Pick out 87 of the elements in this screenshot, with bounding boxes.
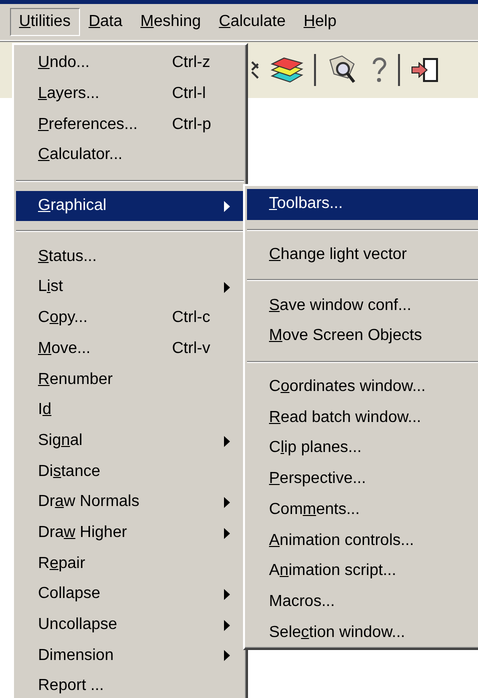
menu-item-label: Undo... [38, 54, 90, 72]
menu-bar-item[interactable]: Calculate [210, 8, 295, 36]
menu-item-label: Read batch window... [269, 408, 422, 427]
menu-item-label: Distance [38, 462, 100, 481]
menu-item[interactable]: Renumber [16, 364, 244, 395]
menu-item[interactable]: Move... Ctrl-v [16, 334, 244, 364]
menu-item[interactable]: Copy... Ctrl-c [16, 302, 244, 334]
menu-item-label: Coordinates window... [269, 378, 426, 396]
menu-item[interactable]: Draw Higher [16, 518, 244, 548]
menu-item[interactable]: Animation controls... [247, 525, 478, 556]
menu-item-label: Uncollapse [38, 616, 118, 634]
menu-item-label: Macros... [269, 592, 335, 611]
menu-item[interactable]: Toolbars... [247, 189, 478, 220]
menu-item[interactable]: Macros... [247, 586, 478, 618]
menu-item-label: Animation script... [269, 562, 396, 580]
submenu-arrow-icon [224, 589, 230, 600]
menu-item[interactable]: Graphical [16, 190, 244, 222]
menu-item[interactable]: Clip planes... [247, 433, 478, 464]
menu-item[interactable]: Signal [16, 426, 244, 456]
menu-bar-item[interactable]: Meshing [131, 8, 210, 36]
menu-item-label: Draw Higher [38, 524, 127, 542]
menu-bar-item[interactable]: Data [80, 8, 132, 36]
layers-icon[interactable] [270, 55, 304, 85]
menu-item-label: Selection window... [269, 624, 406, 642]
menu-item-label: Perspective... [269, 470, 366, 488]
menu-item[interactable]: Draw Normals [16, 486, 244, 518]
menu-item-label: Toolbars... [269, 195, 343, 214]
menu-item[interactable]: Id [16, 394, 244, 426]
menu-item-label: Save window conf... [269, 296, 412, 315]
menu-item[interactable]: Move Screen Objects [247, 321, 478, 352]
menu-item-label: Draw Normals [38, 493, 140, 512]
menu-item-label: Preferences... [38, 116, 138, 134]
menu-item[interactable]: Repair [16, 548, 244, 579]
submenu-arrow-icon [224, 620, 230, 631]
menu-item[interactable]: Selection window... [247, 617, 478, 648]
menu-item-label: Animation controls... [269, 532, 414, 550]
menu-item-label: Signal [38, 432, 82, 450]
shortcut-label: Ctrl-z [172, 54, 210, 72]
submenu-arrow-icon [224, 528, 230, 539]
menu-item[interactable]: Calculator... [16, 140, 244, 171]
menu-item[interactable]: Undo... Ctrl-z [16, 48, 244, 79]
submenu-arrow-icon [224, 650, 230, 662]
submenu-arrow-icon [224, 496, 230, 508]
menu-item[interactable]: Dimension [16, 640, 244, 672]
menu-item-label: Dimension [38, 646, 114, 665]
menu-item-label: Renumber [38, 370, 113, 389]
menu-item[interactable]: Coordinates window... [247, 372, 478, 402]
menu-item-label: Repair [38, 554, 86, 573]
menu-item-label: Copy... [38, 309, 88, 328]
menu-bar-item[interactable]: Help [294, 8, 346, 36]
menu-bar-item[interactable]: Utilities [10, 8, 80, 36]
help-icon[interactable] [370, 55, 388, 85]
menu-item[interactable]: Preferences... Ctrl-p [16, 109, 244, 140]
menu-item[interactable]: Save window conf... [247, 290, 478, 322]
menu-item[interactable]: Uncollapse [16, 610, 244, 640]
shortcut-label: Ctrl-p [172, 116, 212, 134]
menu-item-label: Report ... [38, 677, 104, 696]
shortcut-label: Ctrl-c [172, 309, 210, 328]
menu-item[interactable]: Distance [16, 456, 244, 487]
menu-item-label: Collapse [38, 585, 100, 604]
menu-item[interactable]: Change light vector [247, 240, 478, 270]
menu-item[interactable]: List [16, 272, 244, 303]
menu-item[interactable]: Read batch window... [247, 402, 478, 434]
menu-item-label: Layers... [38, 85, 100, 104]
menu-item-label: Id [38, 401, 52, 420]
menu-item-label: Graphical [38, 197, 106, 216]
menu-item-label: Status... [38, 248, 97, 266]
shortcut-label: Ctrl-v [172, 340, 210, 358]
menu-item-label: Calculator... [38, 146, 122, 164]
menu-item[interactable]: Status... [16, 241, 244, 272]
submenu-arrow-icon [224, 282, 230, 294]
submenu-arrow-icon [224, 200, 230, 212]
submenu-arrow-icon [224, 436, 230, 447]
menu-item-label: Move... [38, 340, 90, 358]
menu-item[interactable]: Comments... [247, 494, 478, 526]
menu-item-label: Clip planes... [269, 439, 362, 458]
menu-item[interactable]: Animation script... [247, 556, 478, 587]
menu-item-label: List [38, 278, 63, 296]
menu-item-label: Change light vector [269, 246, 407, 264]
menu-item-label: Comments... [269, 500, 360, 519]
menu-item-label: Move Screen Objects [269, 327, 422, 346]
menu-item[interactable]: Perspective... [247, 464, 478, 494]
shortcut-label: Ctrl-l [172, 85, 206, 104]
exit-icon[interactable] [410, 56, 440, 84]
menu-item[interactable]: Report ... [16, 671, 244, 698]
menu-item[interactable]: Collapse [16, 579, 244, 610]
menu-item[interactable]: Layers... Ctrl-l [16, 78, 244, 110]
